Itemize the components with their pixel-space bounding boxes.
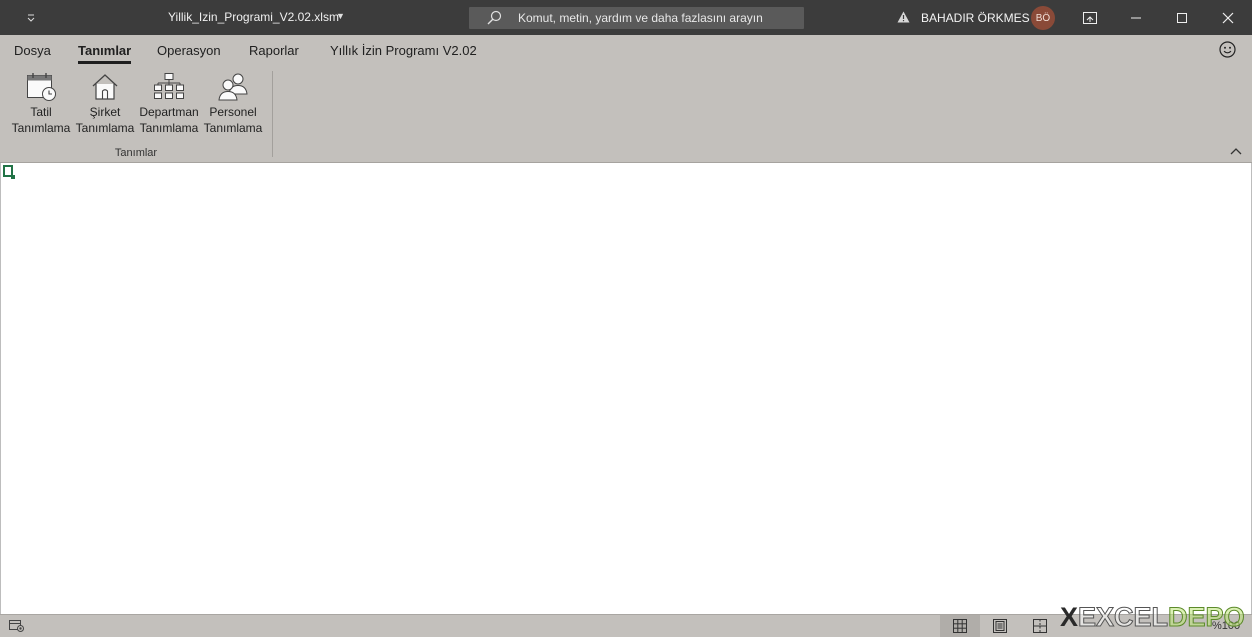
- sirket-tanimlama-button[interactable]: Şirket Tanımlama: [73, 71, 137, 139]
- macro-recording-icon[interactable]: [9, 620, 24, 632]
- workbook-area[interactable]: [0, 163, 1252, 614]
- document-title[interactable]: Yillik_Izin_Programi_V2.02.xlsm: [168, 10, 339, 24]
- title-bar: Yillik_Izin_Programi_V2.02.xlsm ▼ Komut,…: [0, 0, 1252, 35]
- active-cell-cursor: [3, 165, 15, 179]
- search-icon: [487, 10, 502, 25]
- minimize-button[interactable]: [1113, 0, 1159, 35]
- departman-label-2: Tanımlama: [139, 121, 199, 135]
- ribbon: Dosya Tanımlar Operasyon Raporlar Yıllık…: [0, 35, 1252, 163]
- departman-tanimlama-button[interactable]: Departman Tanımlama: [137, 71, 201, 139]
- tab-dosya[interactable]: Dosya: [14, 43, 51, 58]
- caret-down-icon[interactable]: ▼: [336, 11, 345, 21]
- user-name[interactable]: BAHADIR ÖRKMES: [921, 11, 1030, 25]
- smiley-feedback-icon[interactable]: [1219, 41, 1236, 58]
- page-layout-view-icon[interactable]: [993, 619, 1007, 633]
- tab-operasyon[interactable]: Operasyon: [157, 43, 221, 58]
- calendar-clock-icon: [27, 73, 56, 101]
- close-button[interactable]: [1205, 0, 1251, 35]
- chevron-down-icon: [27, 14, 35, 22]
- page-break-view-icon[interactable]: [1033, 619, 1047, 633]
- personel-tanimlama-button[interactable]: Personel Tanımlama: [201, 71, 265, 139]
- ribbon-group-label: Tanımlar: [114, 147, 158, 159]
- grid-view-icon: [953, 619, 967, 633]
- collapse-ribbon-icon[interactable]: [1230, 147, 1242, 155]
- quick-access-customize-button[interactable]: [22, 9, 40, 27]
- personel-label-2: Tanımlama: [203, 121, 263, 135]
- normal-view-button[interactable]: [940, 615, 980, 637]
- tab-yillik-izin-programi[interactable]: Yıllık İzin Programı V2.02: [330, 43, 477, 58]
- house-icon: [92, 74, 118, 100]
- ribbon-display-options-button[interactable]: [1067, 0, 1113, 35]
- warning-icon[interactable]: [897, 11, 910, 23]
- personel-label-1: Personel: [209, 105, 257, 119]
- org-chart-icon: [154, 73, 184, 99]
- tatil-tanimlama-button[interactable]: Tatil Tanımlama: [9, 71, 73, 139]
- maximize-icon: [1177, 12, 1187, 23]
- tab-raporlar[interactable]: Raporlar: [249, 43, 299, 58]
- maximize-button[interactable]: [1159, 0, 1205, 35]
- sirket-label-1: Şirket: [89, 105, 121, 119]
- avatar[interactable]: BÖ: [1031, 6, 1055, 30]
- ribbon-display-icon: [1083, 11, 1097, 24]
- people-icon: [218, 73, 248, 101]
- minimize-icon: [1131, 17, 1141, 18]
- search-box[interactable]: Komut, metin, yardım ve daha fazlasını a…: [469, 7, 804, 29]
- tatil-label-2: Tanımlama: [11, 121, 71, 135]
- close-icon: [1222, 12, 1234, 23]
- tatil-label-1: Tatil: [30, 105, 52, 119]
- sirket-label-2: Tanımlama: [75, 121, 135, 135]
- group-separator: [272, 71, 273, 157]
- excel-depo-watermark-logo: XEXCELDEPO: [1060, 602, 1245, 633]
- tab-tanimlar[interactable]: Tanımlar: [78, 43, 132, 64]
- search-placeholder: Komut, metin, yardım ve daha fazlasını a…: [518, 11, 763, 25]
- departman-label-1: Departman: [139, 105, 199, 119]
